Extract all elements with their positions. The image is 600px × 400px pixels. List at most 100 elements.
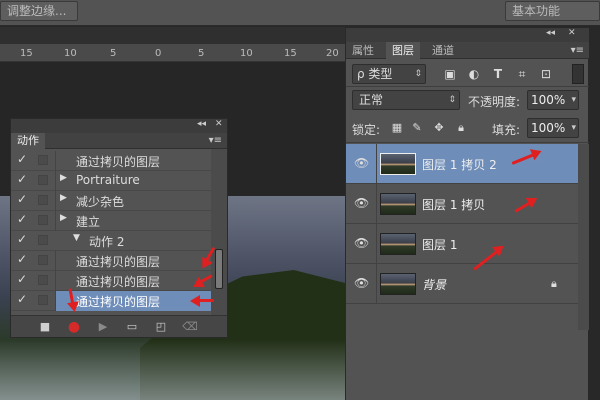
expand-triangle-icon[interactable]: ▶ [60,213,67,223]
ruler-tick: 0 [155,48,162,59]
action-label: 通过拷贝的图层 [76,275,161,289]
tab-layers[interactable]: 图层 [386,42,420,59]
dialog-toggle[interactable] [38,215,48,225]
panel-menu-icon[interactable]: ▾≡ [571,45,584,56]
lock-pixels-icon[interactable]: ✎ [410,121,424,135]
layer-thumbnail [380,233,416,255]
action-label: 通过拷贝的图层 [76,155,161,169]
action-row[interactable]: ✓ 通过拷贝的图层 [11,151,211,171]
collapse-triangle-icon[interactable]: ▼ [73,233,80,243]
refine-edge-button[interactable]: 调整边缘... [0,1,78,21]
layer-row[interactable]: 👁︎ 图层 1 拷贝 [346,184,578,224]
chevron-down-icon[interactable]: ▾ [571,91,576,109]
dialog-toggle[interactable] [38,175,48,185]
smart-object-filter-icon[interactable]: ⊡ [538,67,554,81]
layers-panel-header[interactable]: ◂◂ ✕ [346,28,589,42]
close-icon[interactable]: ✕ [568,28,576,38]
action-row[interactable]: ✓ ▶ Portraiture [11,171,211,191]
lock-label: 锁定: [352,123,381,137]
visibility-eye-icon[interactable]: 👁︎ [354,236,369,250]
actions-footer: ■ ● ▶ ▭ ◰ ⌫ [11,315,227,337]
layers-scrollbar[interactable] [578,144,589,330]
tab-channels[interactable]: 通道 [426,42,460,59]
visibility-eye-icon[interactable]: 👁︎ [354,196,369,210]
blend-mode-select[interactable]: 正常 ⇕ [352,90,460,110]
expand-triangle-icon[interactable]: ▶ [60,193,67,203]
dialog-toggle[interactable] [38,295,48,305]
layer-name: 图层 1 拷贝 [422,198,486,212]
fill-value: 100% [531,121,566,135]
action-row[interactable]: ✓ ▶ 建立 [11,211,211,231]
stepper-icon: ⇕ [414,69,422,79]
ruler-tick: 5 [198,48,205,59]
dialog-toggle[interactable] [38,235,48,245]
actions-tabbar: 动作 ▾≡ [11,133,227,149]
action-row[interactable]: ✓ 通过拷贝的图层 [11,271,211,291]
checkmark-icon[interactable]: ✓ [17,152,29,166]
options-bar: 调整边缘... 基本功能 [0,0,600,26]
action-label: Portraiture [76,173,140,187]
checkmark-icon[interactable]: ✓ [17,212,29,226]
folder-icon[interactable]: ▭ [124,319,140,335]
stop-icon[interactable]: ■ [37,319,53,335]
fill-field[interactable]: 100% ▾ [527,118,579,138]
divider [346,86,589,87]
actions-scrollbar[interactable] [211,149,227,317]
scroll-thumb[interactable] [215,249,223,289]
lock-transparent-icon[interactable]: ▦ [390,121,404,135]
delete-icon[interactable]: ⌫ [182,319,198,335]
action-label: 通过拷贝的图层 [76,295,161,309]
tab-properties[interactable]: 属性 [346,42,380,59]
adjustment-filter-icon[interactable]: ◐ [466,67,482,81]
filter-toggle[interactable] [572,64,584,84]
action-set-row[interactable]: ✓ ▼ 动作 2 [11,231,211,251]
dialog-toggle[interactable] [38,255,48,265]
layer-kind-filter[interactable]: ρ 类型 ⇕ [352,64,426,84]
checkmark-icon[interactable]: ✓ [17,172,29,186]
dialog-toggle[interactable] [38,155,48,165]
visibility-eye-icon[interactable]: 👁︎ [354,276,369,290]
dialog-toggle[interactable] [38,275,48,285]
dialog-toggle[interactable] [38,195,48,205]
new-icon[interactable]: ◰ [153,319,169,335]
record-icon[interactable]: ● [66,319,82,335]
ruler-tick: 15 [284,48,297,59]
workspace-switcher[interactable]: 基本功能 [505,1,600,21]
layers-tabbar: 属性 图层 通道 ▾≡ [346,42,589,59]
lock-position-icon[interactable]: ✥ [432,121,446,135]
checkmark-icon[interactable]: ✓ [17,252,29,266]
type-filter-icon[interactable]: T [490,67,506,81]
tab-actions[interactable]: 动作 [11,133,45,149]
checkmark-icon[interactable]: ✓ [17,272,29,286]
collapse-icon[interactable]: ◂◂ [546,28,555,38]
collapse-icon[interactable]: ◂◂ [197,119,206,129]
chevron-down-icon[interactable]: ▾ [571,119,576,137]
layer-name: 背景 [422,278,447,292]
ruler-tick: 15 [20,48,33,59]
action-row[interactable]: ✓ 通过拷贝的图层 [11,251,211,271]
opacity-field[interactable]: 100% ▾ [527,90,579,110]
ruler-tick: 10 [64,48,77,59]
action-row[interactable]: ✓ 通过拷贝的图层 [11,291,211,311]
layer-row[interactable]: 👁︎ 图层 1 [346,224,578,264]
play-icon[interactable]: ▶ [95,319,111,335]
kind-label: ρ 类型 [357,67,393,81]
panel-menu-icon[interactable]: ▾≡ [209,135,222,146]
expand-triangle-icon[interactable]: ▶ [60,173,67,183]
shape-filter-icon[interactable]: ⌗ [514,67,530,81]
layer-row[interactable]: 👁︎ 背景 🔒︎ [346,264,578,304]
layer-name: 图层 1 拷贝 2 [422,158,497,172]
checkmark-icon[interactable]: ✓ [17,292,29,306]
fill-label: 填充: [492,123,521,137]
close-icon[interactable]: ✕ [215,119,223,129]
visibility-eye-icon[interactable]: 👁︎ [354,156,369,170]
checkmark-icon[interactable]: ✓ [17,192,29,206]
actions-panel-header[interactable]: ◂◂ ✕ [11,119,227,133]
action-label: 通过拷贝的图层 [76,255,161,269]
action-row[interactable]: ✓ ▶ 减少杂色 [11,191,211,211]
pixel-filter-icon[interactable]: ▣ [442,67,458,81]
horizontal-ruler: 15 10 5 0 5 10 15 20 [0,44,345,62]
layer-row[interactable]: 👁︎ 图层 1 拷贝 2 [346,144,578,184]
checkmark-icon[interactable]: ✓ [17,232,29,246]
lock-all-icon[interactable]: 🔒︎ [454,121,468,135]
